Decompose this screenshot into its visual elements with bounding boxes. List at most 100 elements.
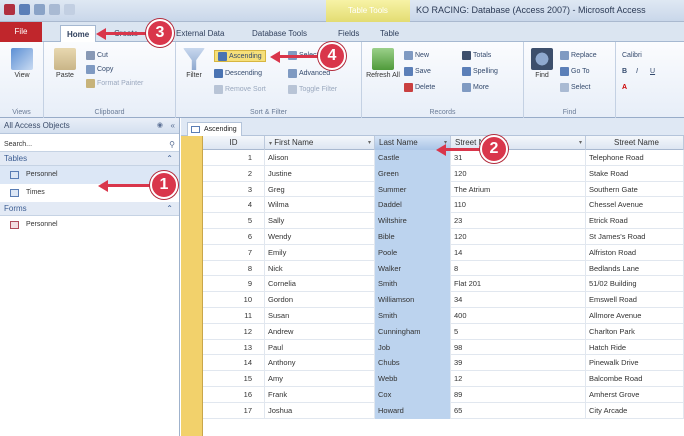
cell-street-name[interactable]: Telephone Road [586,150,684,166]
nav-section-tables[interactable]: Tables ⌃ [0,152,179,166]
find-button[interactable]: Find [528,48,556,79]
cell-street-number[interactable]: 110 [451,197,586,214]
cell-street-name[interactable]: Balcombe Road [586,371,684,387]
totals-button[interactable]: Totals [462,50,491,62]
cell-first-name[interactable]: Cornelia [265,276,375,293]
cell-last-name[interactable]: Wiltshire [375,213,451,229]
format-painter-button[interactable]: Format Painter [86,78,143,90]
cell-street-number[interactable]: 8 [451,260,586,277]
cell-last-name[interactable]: Bible [375,228,451,245]
cell-first-name[interactable]: Greg [265,181,375,198]
underline-icon[interactable]: U [650,66,655,78]
cell-street-number[interactable]: 31 [451,150,586,166]
cell-last-name[interactable]: Poole [375,244,451,261]
cell-first-name[interactable]: Susan [265,307,375,324]
cell-street-number[interactable]: 89 [451,386,586,403]
advanced-button[interactable]: Advanced [288,68,330,80]
font-name-box[interactable]: Calibri [622,50,642,62]
table-row[interactable]: 4 Wilma Daddel 110 Chessel Avenue [203,197,684,214]
table-row[interactable]: 17 Joshua Howard 65 City Arcade [203,402,684,419]
cell-last-name[interactable]: Summer [375,181,451,198]
cell-last-name[interactable]: Daddel [375,197,451,214]
cell-street-number[interactable]: Flat 201 [451,276,586,293]
cell-street-name[interactable]: Bedlands Lane [586,260,684,277]
descending-button[interactable]: Descending [214,68,262,80]
section-collapse-icon[interactable]: ⌃ [166,202,173,216]
tab-file[interactable]: File [0,22,42,42]
save-icon[interactable] [19,4,30,15]
table-row[interactable]: 6 Wendy Bible 120 St James's Road [203,228,684,245]
cell-id[interactable]: 3 [203,181,265,198]
tab-fields[interactable]: Fields [332,25,365,42]
cell-street-number[interactable]: The Atrium [451,181,586,198]
cell-first-name[interactable]: Andrew [265,323,375,340]
table-row[interactable]: 2 Justine Green 120 Stake Road [203,165,684,182]
refresh-all-button[interactable]: Refresh All [366,48,400,79]
cell-last-name[interactable]: Job [375,339,451,356]
cell-street-name[interactable]: Southern Gate [586,181,684,198]
replace-button[interactable]: Replace [560,50,597,62]
new-record-button[interactable]: New [404,50,429,62]
redo-icon[interactable] [49,4,60,15]
column-header-id[interactable]: ID [203,136,265,150]
cell-id[interactable]: 1 [203,150,265,166]
collapse-pane-icon[interactable]: « [171,118,175,134]
remove-sort-button[interactable]: Remove Sort [214,84,266,96]
cell-last-name[interactable]: Webb [375,371,451,387]
cell-street-name[interactable]: City Arcade [586,402,684,419]
cell-street-number[interactable]: 12 [451,371,586,387]
table-row[interactable]: 13 Paul Job 98 Hatch Ride [203,339,684,356]
cell-street-number[interactable]: 23 [451,213,586,229]
paste-button[interactable]: Paste [50,48,80,79]
table-row[interactable]: 14 Anthony Chubs 39 Pinewalk Drive [203,355,684,372]
cell-id[interactable]: 15 [203,371,265,387]
cell-street-number[interactable]: 98 [451,339,586,356]
customize-qat-icon[interactable] [64,4,75,15]
cell-id[interactable]: 11 [203,307,265,324]
cell-id[interactable]: 17 [203,402,265,419]
table-row[interactable]: 5 Sally Wiltshire 23 Etrick Road [203,213,684,229]
chevron-down-icon[interactable]: ▾ [579,136,582,150]
nav-search-input[interactable]: Search... ⚲ [0,138,179,152]
table-row[interactable]: 11 Susan Smith 400 Allmore Avenue [203,307,684,324]
cell-street-name[interactable]: Stake Road [586,165,684,182]
cell-last-name[interactable]: Howard [375,402,451,419]
cell-last-name[interactable]: Walker [375,260,451,277]
cell-id[interactable]: 5 [203,213,265,229]
cell-first-name[interactable]: Alison [265,150,375,166]
cell-street-number[interactable]: 120 [451,228,586,245]
cell-last-name[interactable]: Cunningham [375,323,451,340]
cell-first-name[interactable]: Gordon [265,292,375,308]
search-icon[interactable]: ⚲ [169,138,175,152]
cell-street-number[interactable]: 34 [451,292,586,308]
tab-database-tools[interactable]: Database Tools [246,25,313,42]
column-header-street-name[interactable]: Street Name [586,136,684,150]
nav-item-personnel-form[interactable]: Personnel [0,216,179,234]
copy-button[interactable]: Copy [86,64,113,76]
cell-id[interactable]: 14 [203,355,265,372]
cell-first-name[interactable]: Frank [265,386,375,403]
cell-last-name[interactable]: Cox [375,386,451,403]
nav-header[interactable]: All Access Objects ◉ « [0,118,179,134]
cell-street-name[interactable]: Amherst Grove [586,386,684,403]
nav-section-forms[interactable]: Forms ⌃ [0,202,179,216]
spelling-button[interactable]: Spelling [462,66,498,78]
cell-street-number[interactable]: 65 [451,402,586,419]
cell-first-name[interactable]: Anthony [265,355,375,372]
bold-icon[interactable]: B [622,66,627,78]
select-button[interactable]: Select [560,82,590,94]
cell-last-name[interactable]: Green [375,165,451,182]
cut-button[interactable]: Cut [86,50,108,62]
table-row[interactable]: 16 Frank Cox 89 Amherst Grove [203,386,684,403]
cell-street-name[interactable]: Pinewalk Drive [586,355,684,372]
table-row[interactable]: 8 Nick Walker 8 Bedlands Lane [203,260,684,277]
cell-street-number[interactable]: 5 [451,323,586,340]
cell-last-name[interactable]: Smith [375,276,451,293]
table-row[interactable]: 15 Amy Webb 12 Balcombe Road [203,371,684,387]
cell-street-number[interactable]: 120 [451,165,586,182]
tab-external-data[interactable]: External Data [170,25,230,42]
cell-first-name[interactable]: Emily [265,244,375,261]
toggle-filter-button[interactable]: Toggle Filter [288,84,337,96]
cell-id[interactable]: 16 [203,386,265,403]
cell-street-number[interactable]: 14 [451,244,586,261]
